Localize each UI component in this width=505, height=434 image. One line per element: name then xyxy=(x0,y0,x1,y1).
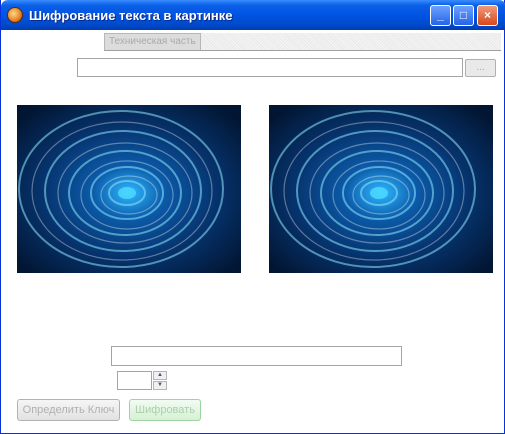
close-button[interactable]: × xyxy=(477,5,498,26)
key-number-input[interactable] xyxy=(117,371,152,390)
key-number-spinner[interactable]: ▲ ▼ xyxy=(153,371,167,390)
spin-up-icon[interactable]: ▲ xyxy=(153,371,167,380)
app-window: Шифрование текста в картинке _ □ × Техни… xyxy=(0,0,505,434)
tab-technical[interactable]: Техническая часть xyxy=(104,33,201,50)
client-area: Техническая часть ... ▲ ▼ Определить Клю… xyxy=(4,30,501,430)
tab-strip: Техническая часть xyxy=(104,33,501,51)
window-title: Шифрование текста в картинке xyxy=(29,8,233,23)
spin-down-icon[interactable]: ▼ xyxy=(153,381,167,390)
source-image xyxy=(17,105,241,273)
find-key-button[interactable]: Определить Ключ xyxy=(17,399,120,421)
file-path-input[interactable] xyxy=(77,58,463,77)
app-icon xyxy=(7,7,23,23)
minimize-button[interactable]: _ xyxy=(430,5,451,26)
message-input[interactable] xyxy=(111,346,402,366)
result-image xyxy=(269,105,493,273)
encrypt-button[interactable]: Шифровать xyxy=(129,399,201,421)
browse-button[interactable]: ... xyxy=(465,59,496,77)
title-bar[interactable]: Шифрование текста в картинке _ □ × xyxy=(1,0,505,30)
maximize-button[interactable]: □ xyxy=(453,5,474,26)
